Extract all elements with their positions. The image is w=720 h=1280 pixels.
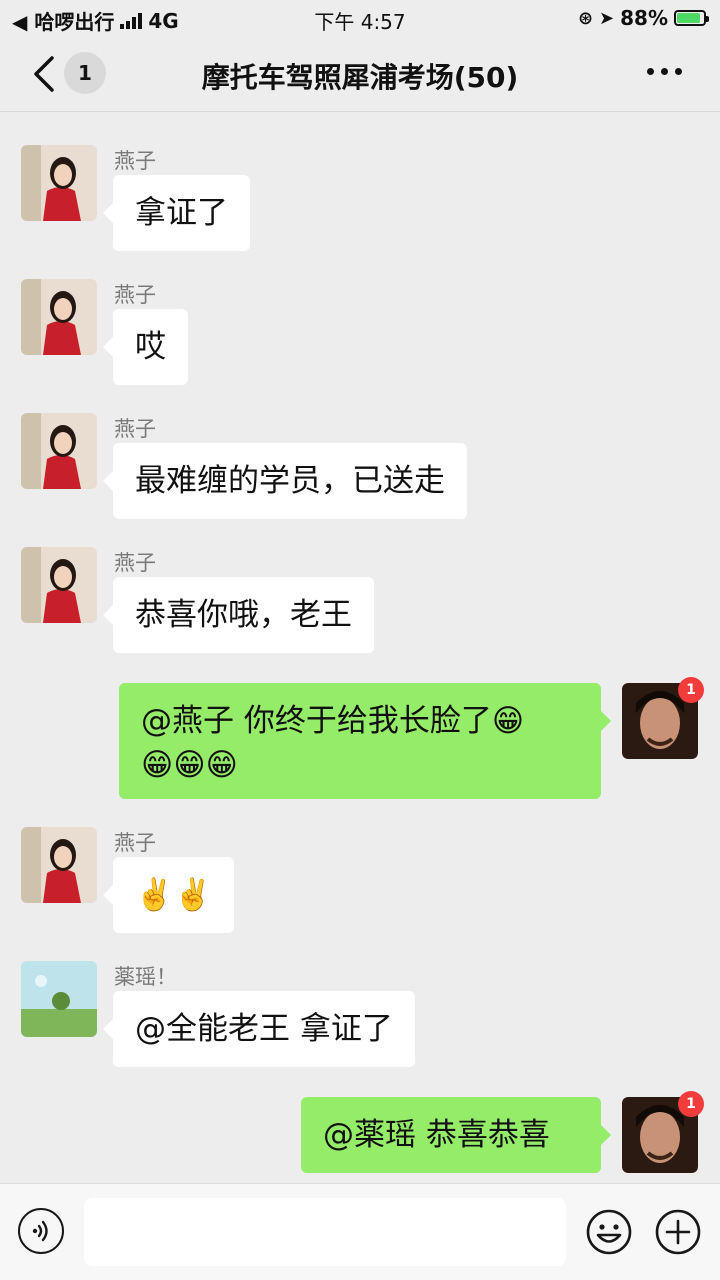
message-bubble[interactable]: @燕子 你终于给我长脸了😁 😁😁😁 [119,683,611,799]
emoji-icon[interactable] [585,1208,633,1256]
message-bubble[interactable]: ✌️✌️ [102,857,235,933]
avatar-yanzi-image [21,547,97,623]
avatar-self[interactable]: 1 [622,1091,704,1173]
avatar-yaoyao[interactable] [21,961,97,1037]
message-bubble[interactable]: @薬瑶 恭喜恭喜 [301,1097,611,1173]
location-icon: ➤ [599,7,615,29]
status-right: ⊛ ➤ 88% [577,6,709,30]
avatar-yanzi[interactable] [21,413,97,489]
battery-percent: 88% [620,6,668,30]
avatar-yanzi-image [21,413,97,489]
battery-fill [677,13,700,23]
nav-bar: 1 摩托车驾照犀浦考场(50) [0,34,720,112]
avatar-yanzi[interactable] [21,827,97,903]
message-bubble[interactable]: 哎 [103,309,188,385]
orientation-lock-icon: ⊛ [577,7,594,29]
avatar-yanzi-image [21,279,97,355]
voice-button[interactable] [18,1208,64,1254]
avatar-self[interactable]: 1 [622,677,704,759]
avatar-yanzi[interactable] [21,279,97,355]
avatar-yaoyao-image [21,961,97,1037]
unread-badge: 1 [678,677,704,703]
message-bubble[interactable]: @全能老王 拿证了 [103,991,415,1067]
input-bar [0,1183,720,1280]
message-bubble[interactable]: 恭喜你哦，老王 [103,577,374,653]
more-icon[interactable] [647,68,682,75]
message-input[interactable] [84,1198,566,1266]
message-list[interactable]: 燕子 拿证了 燕子 哎 燕子 最难缠的学员，已送走 燕子 恭喜你哦，老王 @燕子… [0,113,720,1183]
chat-title: 摩托车驾照犀浦考场(50) [201,61,519,94]
avatar-yanzi[interactable] [21,145,97,221]
sender-name: 燕子 [114,417,156,441]
voice-icon [32,1220,48,1242]
sender-name: 薬瑶！ [114,965,177,989]
status-bar: ◀ 哈啰出行 4G 下午 4:57 ⊛ ➤ 88% [0,0,720,34]
plus-icon[interactable] [654,1208,702,1256]
message-bubble[interactable]: 拿证了 [103,175,250,251]
sender-name: 燕子 [114,149,156,173]
avatar-yanzi-image [21,827,97,903]
sender-name: 燕子 [114,551,156,575]
avatar-yanzi-image [21,145,97,221]
battery-icon [674,10,709,26]
sender-name: 燕子 [114,831,156,855]
unread-badge: 1 [678,1091,704,1117]
message-bubble[interactable]: 最难缠的学员，已送走 [103,443,467,519]
sender-name: 燕子 [114,283,156,307]
avatar-yanzi[interactable] [21,547,97,623]
